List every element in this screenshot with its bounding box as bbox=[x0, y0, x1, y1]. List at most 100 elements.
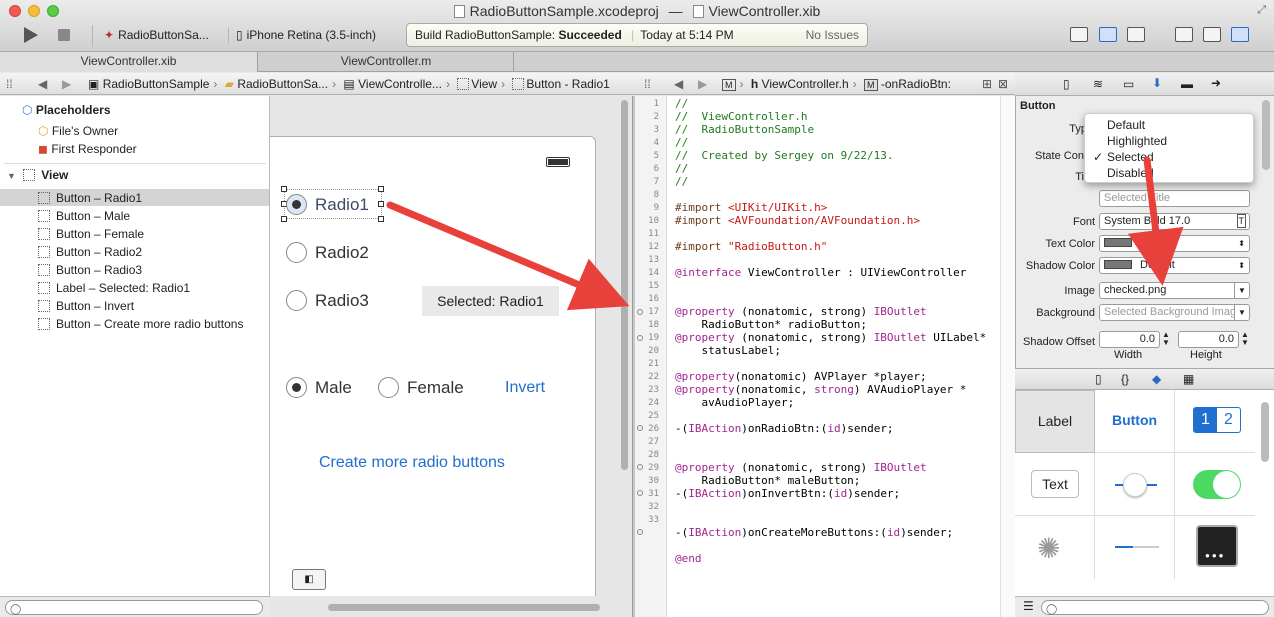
library-item-page-control[interactable]: ●●● bbox=[1175, 516, 1255, 579]
library-scrollbar[interactable] bbox=[1261, 402, 1269, 462]
code-line: @interface ViewController : UIViewContro… bbox=[675, 266, 967, 279]
outlet-connection-icon[interactable] bbox=[637, 464, 643, 470]
list-view-icon[interactable]: ☰ bbox=[1023, 599, 1034, 613]
shadow-width-field[interactable]: 0.0 bbox=[1099, 331, 1160, 348]
create-more-button[interactable]: Create more radio buttons bbox=[319, 454, 505, 472]
file-template-icon[interactable]: ▯ bbox=[1095, 372, 1102, 386]
library-item-text-field[interactable]: Text bbox=[1015, 453, 1095, 516]
related-items-icon[interactable]: ⁞⁞ bbox=[644, 77, 651, 91]
disclosure-triangle-icon[interactable]: ▼ bbox=[7, 171, 16, 181]
debug-toggle-icon[interactable] bbox=[1203, 27, 1221, 42]
male-label[interactable]: Male bbox=[315, 378, 352, 398]
line-number: 18 bbox=[648, 320, 659, 330]
forward-arrow-icon[interactable]: ▶ bbox=[62, 77, 71, 91]
shadow-color-popup[interactable]: Default ⬍ bbox=[1099, 257, 1250, 274]
invert-button[interactable]: Invert bbox=[505, 379, 545, 397]
tab-viewcontroller-m[interactable]: ViewController.m bbox=[259, 52, 513, 72]
run-button[interactable] bbox=[24, 27, 38, 43]
vertical-scrollbar[interactable] bbox=[621, 100, 628, 470]
library-item-slider[interactable] bbox=[1095, 453, 1175, 516]
radio2-label[interactable]: Radio2 bbox=[315, 243, 369, 263]
media-library-icon[interactable]: ▦ bbox=[1183, 372, 1194, 386]
attributes-inspector-icon[interactable]: ⬇ bbox=[1152, 76, 1162, 90]
utilities-toggle-icon[interactable] bbox=[1231, 27, 1249, 42]
female-label[interactable]: Female bbox=[407, 378, 464, 398]
stop-button[interactable] bbox=[58, 29, 70, 41]
file-inspector-icon[interactable]: ▯ bbox=[1063, 77, 1070, 91]
outline-item[interactable]: Label – Selected: Radio1 bbox=[38, 281, 190, 295]
radio3-label[interactable]: Radio3 bbox=[315, 291, 369, 311]
outline-item[interactable]: Button – Invert bbox=[38, 299, 134, 313]
shadow-height-field[interactable]: 0.0 bbox=[1178, 331, 1239, 348]
action-connection-icon[interactable] bbox=[637, 425, 643, 431]
font-field[interactable]: System Bold 17.0 T bbox=[1099, 213, 1250, 230]
assistant-editor-icon[interactable] bbox=[1099, 27, 1117, 42]
add-assistant-icon[interactable]: ⊞ bbox=[982, 77, 992, 91]
back-arrow-icon[interactable]: ◀ bbox=[674, 77, 683, 91]
stepper-icon[interactable]: ▲ ▼ bbox=[1241, 331, 1249, 347]
scheme-selector[interactable]: ✦ RadioButtonSa... bbox=[104, 28, 209, 42]
action-connection-icon[interactable] bbox=[637, 490, 643, 496]
standard-editor-icon[interactable] bbox=[1070, 27, 1088, 42]
inspector-scrollbar[interactable] bbox=[1262, 100, 1270, 170]
outlet-connection-icon[interactable] bbox=[637, 335, 643, 341]
library-item-segmented[interactable]: 1 2 bbox=[1175, 390, 1255, 453]
library-item-label[interactable]: Label bbox=[1015, 390, 1095, 453]
manual-icon[interactable]: M bbox=[722, 79, 736, 91]
action-connection-icon[interactable] bbox=[637, 529, 643, 535]
outline-item[interactable]: Button – Male bbox=[38, 209, 130, 223]
menu-item-disabled[interactable]: Disabled bbox=[1107, 166, 1154, 180]
library-item-switch[interactable] bbox=[1175, 453, 1255, 516]
outline-item[interactable]: Button – Create more radio buttons bbox=[38, 317, 243, 331]
stepper-icon[interactable]: ▲ ▼ bbox=[1162, 331, 1170, 347]
tab-viewcontroller-xib[interactable]: ViewController.xib bbox=[0, 52, 258, 72]
menu-item-highlighted[interactable]: Highlighted bbox=[1107, 134, 1167, 148]
menu-item-default[interactable]: Default bbox=[1107, 118, 1145, 132]
background-combo[interactable]: Selected Background Image ▼ bbox=[1099, 304, 1250, 321]
chevron-down-icon[interactable]: ▼ bbox=[1234, 283, 1249, 298]
outline-item-files-owner[interactable]: ⬡ File's Owner bbox=[38, 124, 118, 138]
code-snippet-icon[interactable]: {} bbox=[1121, 372, 1129, 386]
male-radio-button[interactable] bbox=[286, 377, 307, 398]
outlet-connection-icon[interactable] bbox=[637, 309, 643, 315]
radio1-button[interactable] bbox=[286, 194, 307, 215]
outline-item[interactable]: Button – Female bbox=[38, 227, 144, 241]
outline-filter-input[interactable]: ◯ bbox=[5, 600, 263, 615]
forward-arrow-icon[interactable]: ▶ bbox=[698, 77, 707, 91]
device-selector[interactable]: ▯ iPhone Retina (3.5-inch) bbox=[236, 28, 376, 42]
object-library-icon[interactable]: ◆ bbox=[1152, 372, 1161, 386]
library-item-button[interactable]: Button bbox=[1095, 390, 1175, 453]
app-icon: ✦ bbox=[104, 28, 115, 42]
related-items-icon[interactable]: ⁞⁞ bbox=[6, 77, 13, 91]
size-inspector-icon[interactable]: ▬ bbox=[1181, 77, 1193, 91]
font-picker-icon[interactable]: T bbox=[1236, 214, 1246, 228]
connections-inspector-icon[interactable]: ➜ bbox=[1211, 76, 1221, 90]
identity-inspector-icon[interactable]: ▭ bbox=[1123, 77, 1134, 91]
library-item-activity-indicator[interactable]: ✺ bbox=[1015, 516, 1095, 579]
outline-view-header[interactable]: ▼ View bbox=[7, 168, 68, 182]
back-arrow-icon[interactable]: ◀ bbox=[38, 77, 47, 91]
radio1-label[interactable]: Radio1 bbox=[315, 195, 369, 215]
radio3-button[interactable] bbox=[286, 290, 307, 311]
chevron-down-icon[interactable]: ▼ bbox=[1234, 305, 1249, 320]
menu-item-selected[interactable]: Selected bbox=[1107, 150, 1154, 164]
navigator-toggle-icon[interactable] bbox=[1175, 27, 1193, 42]
horizontal-scrollbar[interactable] bbox=[328, 604, 600, 611]
version-editor-icon[interactable] bbox=[1127, 27, 1145, 42]
quick-help-icon[interactable]: ≋ bbox=[1093, 77, 1103, 91]
outline-toggle-icon[interactable]: ◧ bbox=[292, 569, 326, 590]
outline-item-first-responder[interactable]: ◼ First Responder bbox=[38, 142, 137, 156]
outline-item[interactable]: Button – Radio1 bbox=[38, 191, 142, 205]
cube-icon: ⬡ bbox=[38, 124, 49, 138]
fullscreen-icon[interactable]: ⤢ bbox=[1257, 4, 1266, 17]
image-combo[interactable]: checked.png ▼ bbox=[1099, 282, 1250, 299]
close-assistant-icon[interactable]: ⊠ bbox=[998, 77, 1008, 91]
library-filter-input[interactable]: ◯ bbox=[1041, 600, 1269, 615]
radio2-button[interactable] bbox=[286, 242, 307, 263]
outline-item[interactable]: Button – Radio2 bbox=[38, 245, 142, 259]
outline-item[interactable]: Button – Radio3 bbox=[38, 263, 142, 277]
library-item-progress-view[interactable] bbox=[1095, 516, 1175, 579]
female-radio-button[interactable] bbox=[378, 377, 399, 398]
text-color-popup[interactable]: Default ⬍ bbox=[1099, 235, 1250, 252]
title-field[interactable]: Selected Title bbox=[1099, 190, 1250, 207]
